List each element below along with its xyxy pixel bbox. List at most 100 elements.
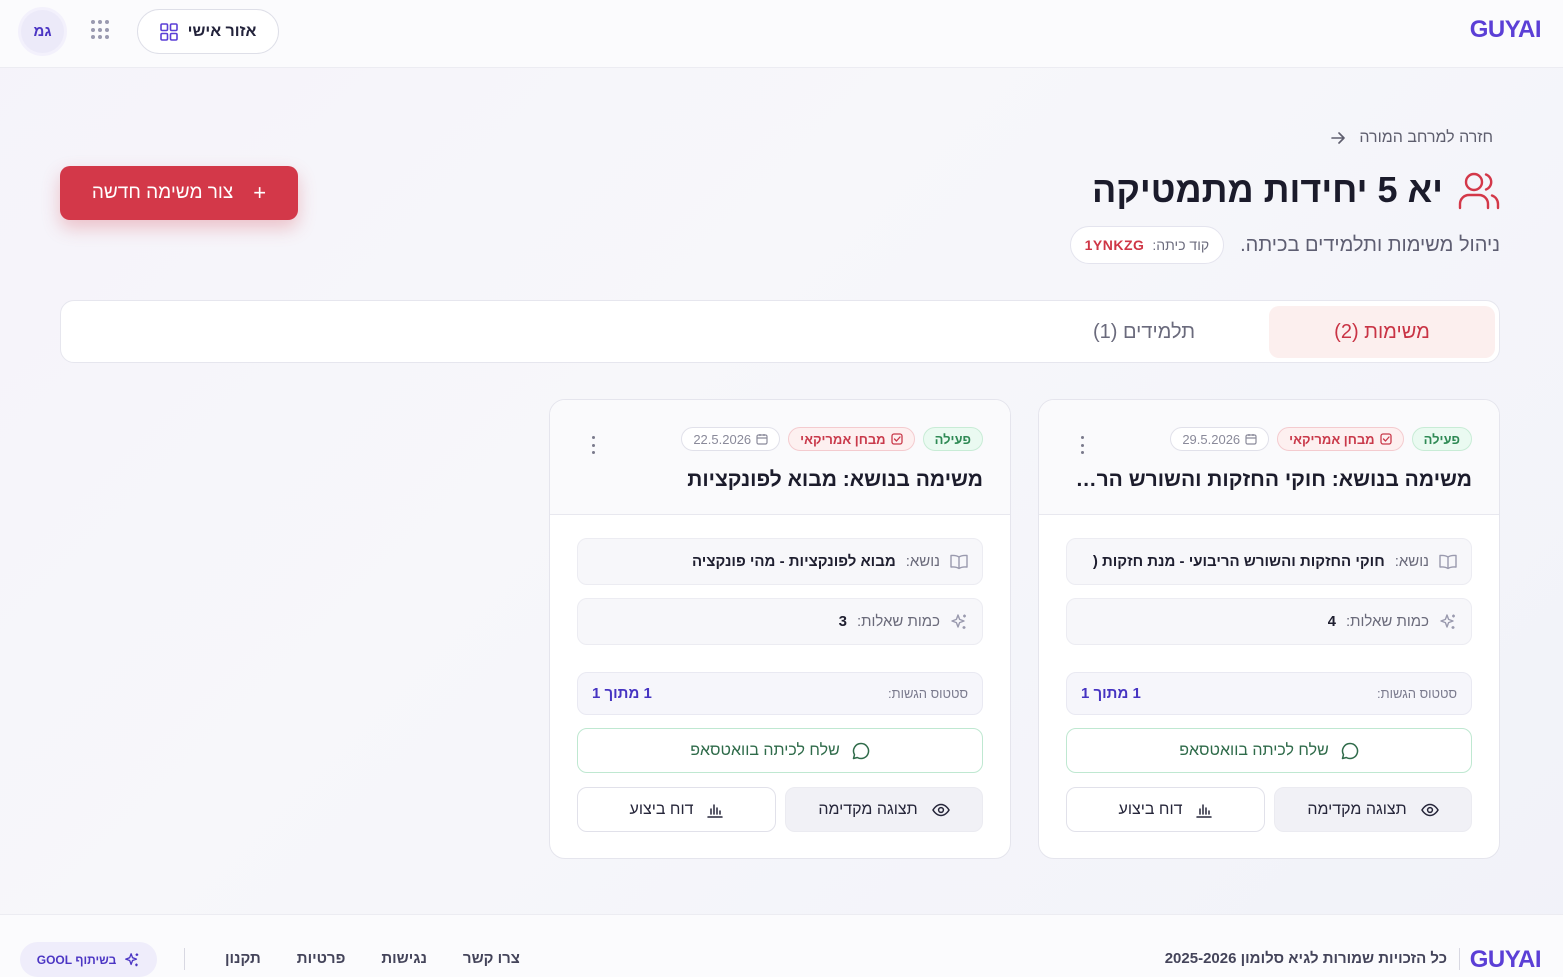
chat-bubble-icon bbox=[1341, 742, 1359, 760]
preview-label: תצוגה מקדימה bbox=[1307, 800, 1407, 818]
subtitle-row: ניהול משימות ותלמידים בכיתה. קוד כיתה: 1… bbox=[1069, 226, 1500, 264]
task-type-label: מבחן אמריקאי bbox=[800, 431, 886, 447]
footer-divider bbox=[184, 948, 185, 970]
date-badge: 22.5.2026 bbox=[681, 427, 781, 451]
performance-report-label: דוח ביצוע bbox=[629, 800, 694, 818]
app-logo[interactable]: GUYAI bbox=[1470, 16, 1542, 44]
topic-row: נושא: חוקי החזקות והשורש הריבועי - מנת ח… bbox=[1066, 538, 1472, 585]
topic-value: מבוא לפונקציות - מהי פונקציה bbox=[691, 553, 896, 570]
back-to-teacher-space-link[interactable]: חזרה למרחב המורה bbox=[1331, 129, 1493, 147]
question-count-value: 3 bbox=[838, 613, 847, 630]
class-code-label: קוד כיתה: bbox=[1152, 237, 1210, 253]
tabs-bar: משימות (2) תלמידים (1) bbox=[60, 300, 1500, 363]
task-title: משימה בנושא: חוקי החזקות והשורש הריבועי … bbox=[1072, 468, 1472, 491]
submission-status-row: סטטוס הגשות: 1 מתוך 1 bbox=[577, 672, 983, 715]
topic-label: נושא: bbox=[1394, 553, 1429, 570]
bar-chart-icon bbox=[707, 802, 724, 818]
tab-students[interactable]: תלמידים (1) bbox=[1031, 306, 1257, 358]
sparkles-icon bbox=[950, 613, 968, 631]
users-icon bbox=[1457, 168, 1501, 212]
send-whatsapp-label: שלח לכיתה בוואטסאפ bbox=[690, 741, 840, 759]
chat-bubble-icon bbox=[852, 742, 870, 760]
task-date: 29.5.2026 bbox=[1182, 431, 1241, 447]
task-card: פעילה מבחן אמריקאי 22.5.2026 משימה בנושא… bbox=[549, 399, 1011, 859]
preview-button[interactable]: תצוגה מקדימה bbox=[1274, 787, 1472, 832]
create-new-task-label: צור משימה חדשה bbox=[91, 182, 234, 203]
footer-link-accessibility[interactable]: נגישות bbox=[381, 950, 427, 967]
check-square-icon bbox=[890, 433, 903, 445]
task-card-header: פעילה מבחן אמריקאי 22.5.2026 משימה בנושא… bbox=[550, 400, 1010, 515]
preview-label: תצוגה מקדימה bbox=[818, 800, 918, 818]
personal-area-label: אזור אישי bbox=[187, 22, 257, 40]
tab-tasks[interactable]: משימות (2) bbox=[1269, 306, 1495, 358]
footer-link-terms[interactable]: תקנון bbox=[225, 950, 261, 967]
check-square-icon bbox=[1379, 433, 1392, 445]
more-options-icon[interactable] bbox=[1079, 436, 1085, 454]
class-code-value: 1YNKZG bbox=[1084, 237, 1145, 253]
create-new-task-button[interactable]: + צור משימה חדשה bbox=[60, 166, 298, 220]
task-card: פעילה מבחן אמריקאי 29.5.2026 משימה בנושא… bbox=[1038, 399, 1500, 859]
footer-link-contact[interactable]: צרו קשר bbox=[463, 950, 520, 967]
footer bbox=[0, 914, 1563, 977]
status-badge: פעילה bbox=[922, 427, 983, 451]
send-whatsapp-button[interactable]: שלח לכיתה בוואטסאפ bbox=[1066, 728, 1472, 773]
partner-badge-label: בשיתוף GOOL bbox=[36, 952, 117, 967]
date-badge: 29.5.2026 bbox=[1170, 427, 1270, 451]
eye-icon bbox=[931, 803, 950, 817]
question-count-row: כמות שאלות: 4 bbox=[1066, 598, 1472, 645]
task-title: משימה בנושא: מבוא לפונקציות bbox=[687, 468, 983, 491]
task-card-header: פעילה מבחן אמריקאי 29.5.2026 משימה בנושא… bbox=[1039, 400, 1499, 515]
footer-logo[interactable]: GUYAI bbox=[1470, 946, 1542, 974]
copyright-text: כל הזכויות שמורות לגיא סלומון 2025-2026 bbox=[1164, 950, 1447, 967]
submission-status-value: 1 מתוך 1 bbox=[592, 685, 652, 702]
send-whatsapp-label: שלח לכיתה בוואטסאפ bbox=[1179, 741, 1329, 759]
task-badges: פעילה מבחן אמריקאי 22.5.2026 bbox=[681, 427, 983, 451]
question-count-label: כמות שאלות: bbox=[856, 613, 940, 630]
task-type-label: מבחן אמריקאי bbox=[1289, 431, 1375, 447]
calendar-icon bbox=[1245, 433, 1257, 445]
question-count-value: 4 bbox=[1327, 613, 1336, 630]
status-badge: פעילה bbox=[1411, 427, 1472, 451]
topic-label: נושא: bbox=[905, 553, 940, 570]
question-count-label: כמות שאלות: bbox=[1345, 613, 1429, 630]
back-link-label: חזרה למרחב המורה bbox=[1359, 129, 1493, 146]
footer-divider bbox=[1459, 948, 1460, 970]
page-subtitle: ניהול משימות ותלמידים בכיתה. bbox=[1240, 233, 1500, 256]
book-icon bbox=[1439, 554, 1457, 570]
dashboard-icon bbox=[159, 22, 178, 41]
personal-area-button[interactable]: אזור אישי bbox=[137, 9, 279, 54]
sparkles-icon bbox=[1439, 613, 1457, 631]
topic-value: חוקי החזקות והשורש הריבועי - מנת חזקות ( bbox=[1092, 553, 1385, 570]
footer-links: צרו קשר נגישות פרטיות תקנון bbox=[225, 950, 520, 967]
submission-status-row: סטטוס הגשות: 1 מתוך 1 bbox=[1066, 672, 1472, 715]
submission-status-label: סטטוס הגשות: bbox=[1377, 686, 1457, 701]
submission-status-label: סטטוס הגשות: bbox=[888, 686, 968, 701]
performance-report-label: דוח ביצוע bbox=[1118, 800, 1183, 818]
user-avatar[interactable]: גמ bbox=[21, 10, 64, 53]
arrow-right-icon bbox=[1331, 131, 1346, 145]
send-whatsapp-button[interactable]: שלח לכיתה בוואטסאפ bbox=[577, 728, 983, 773]
footer-link-privacy[interactable]: פרטיות bbox=[297, 950, 346, 967]
plus-icon: + bbox=[253, 180, 267, 205]
performance-report-button[interactable]: דוח ביצוע bbox=[1066, 787, 1265, 832]
task-badges: פעילה מבחן אמריקאי 29.5.2026 bbox=[1170, 427, 1472, 451]
performance-report-button[interactable]: דוח ביצוע bbox=[577, 787, 776, 832]
calendar-icon bbox=[756, 433, 768, 445]
top-navigation-bar: GUYAI אזור אישי גמ bbox=[0, 0, 1563, 68]
submission-status-value: 1 מתוך 1 bbox=[1081, 685, 1141, 702]
task-type-badge: מבחן אמריקאי bbox=[788, 427, 915, 451]
eye-icon bbox=[1420, 803, 1439, 817]
bar-chart-icon bbox=[1196, 802, 1213, 818]
page-title-row: יא 5 יחידות מתמטיקה bbox=[1092, 168, 1501, 212]
more-options-icon[interactable] bbox=[590, 436, 596, 454]
preview-button[interactable]: תצוגה מקדימה bbox=[785, 787, 983, 832]
task-date: 22.5.2026 bbox=[693, 431, 752, 447]
task-type-badge: מבחן אמריקאי bbox=[1277, 427, 1404, 451]
class-code-chip[interactable]: קוד כיתה: 1YNKZG bbox=[1069, 226, 1225, 264]
topic-row: נושא: מבוא לפונקציות - מהי פונקציה bbox=[577, 538, 983, 585]
partner-badge[interactable]: בשיתוף GOOL bbox=[20, 942, 157, 977]
sparkles-icon bbox=[124, 952, 140, 968]
question-count-row: כמות שאלות: 3 bbox=[577, 598, 983, 645]
apps-grid-icon[interactable] bbox=[91, 20, 111, 40]
page-title: יא 5 יחידות מתמטיקה bbox=[1092, 169, 1443, 210]
